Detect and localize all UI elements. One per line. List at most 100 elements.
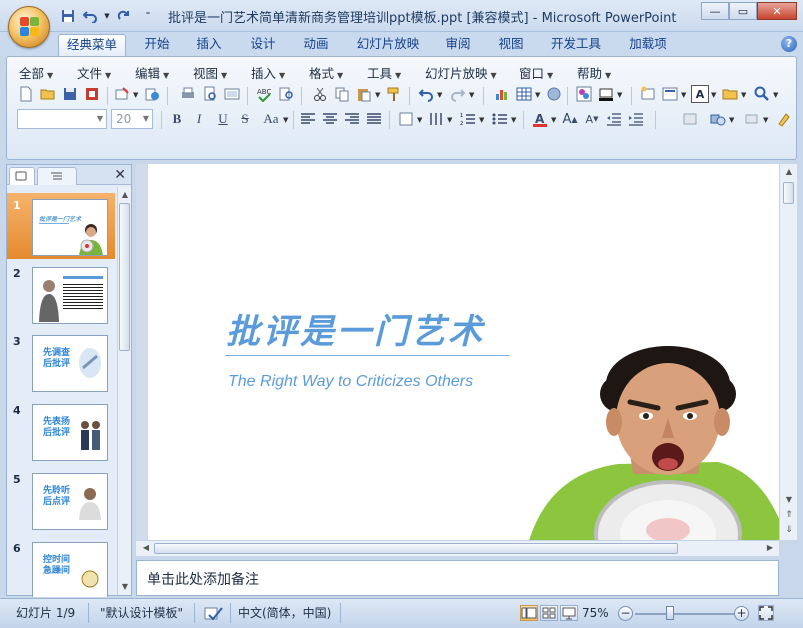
- zoom-level[interactable]: 75%: [582, 603, 609, 623]
- spelling-icon[interactable]: ABC: [255, 85, 273, 103]
- slide-subtitle[interactable]: The Right Way to Criticizes Others: [228, 373, 473, 391]
- menu-insert[interactable]: 插入 ▼: [251, 63, 285, 82]
- scroll-down-icon[interactable]: ▼: [783, 494, 795, 506]
- scroll-thumb[interactable]: [783, 182, 794, 204]
- bullets-icon[interactable]: [491, 110, 509, 128]
- menu-all[interactable]: 全部 ▼: [19, 63, 53, 82]
- office-button[interactable]: [8, 6, 50, 48]
- increase-indent-icon[interactable]: [627, 110, 645, 128]
- theme-name[interactable]: "默认设计模板": [100, 603, 183, 623]
- help-icon[interactable]: ?: [781, 36, 797, 52]
- zoom-search-icon[interactable]: [753, 85, 771, 103]
- tab-design[interactable]: 设计: [242, 34, 284, 56]
- align-right-icon[interactable]: [343, 110, 361, 128]
- slide-horizontal-scrollbar[interactable]: ◀ ▶: [136, 540, 779, 556]
- thumbnail-slide-6[interactable]: 6 控时间急躁间: [7, 536, 115, 597]
- tab-view[interactable]: 视图: [490, 34, 532, 56]
- folder-icon[interactable]: [721, 85, 739, 103]
- thumbnail-slide-2[interactable]: 2: [7, 261, 115, 327]
- print-icon[interactable]: [179, 85, 197, 103]
- align-left-icon[interactable]: [299, 110, 317, 128]
- bold-button[interactable]: B: [167, 109, 187, 129]
- restore-button[interactable]: ▭: [729, 2, 757, 20]
- menu-edit[interactable]: 编辑 ▼: [135, 63, 169, 82]
- new-slide-icon[interactable]: [639, 85, 657, 103]
- scroll-up-icon[interactable]: ▲: [119, 189, 131, 201]
- undo-dropdown-icon[interactable]: ▼: [102, 6, 112, 26]
- tab-home[interactable]: 开始: [136, 34, 178, 56]
- menu-tools[interactable]: 工具 ▼: [367, 63, 401, 82]
- slides-tab[interactable]: [9, 167, 35, 185]
- zoom-in-button[interactable]: +: [734, 606, 749, 621]
- shapes-icon[interactable]: [709, 110, 727, 128]
- redo-icon[interactable]: [114, 6, 134, 26]
- cut-icon[interactable]: [311, 85, 329, 103]
- shouting-man-image[interactable]: [528, 344, 779, 540]
- grow-font-icon[interactable]: A ▲: [561, 110, 579, 128]
- menu-window[interactable]: 窗口 ▼: [519, 63, 553, 82]
- close-button[interactable]: ✕: [757, 2, 797, 20]
- thumbnail-slide-5[interactable]: 5 先聆听后点评: [7, 467, 115, 533]
- tab-review[interactable]: 审阅: [437, 34, 479, 56]
- minimize-button[interactable]: —: [701, 2, 729, 20]
- normal-view-button[interactable]: [520, 605, 538, 621]
- menu-view[interactable]: 视图 ▼: [193, 63, 227, 82]
- insert-table-icon[interactable]: [515, 85, 533, 103]
- decrease-indent-icon[interactable]: [605, 110, 623, 128]
- shrink-font-icon[interactable]: A ▼: [583, 110, 601, 128]
- new-doc-icon[interactable]: [17, 85, 35, 103]
- slide-sorter-button[interactable]: [540, 605, 558, 621]
- pane-close-icon[interactable]: ✕: [114, 167, 126, 183]
- slide-layout-icon[interactable]: [661, 85, 679, 103]
- notes-pane[interactable]: 单击此处添加备注: [136, 560, 779, 596]
- tab-animation[interactable]: 动画: [295, 34, 337, 56]
- previous-slide-icon[interactable]: ⇑: [783, 509, 795, 521]
- clipart-icon[interactable]: [545, 85, 563, 103]
- zoom-slider-knob[interactable]: [666, 606, 674, 620]
- next-slide-icon[interactable]: ⇓: [783, 524, 795, 536]
- shadow-button[interactable]: S: [235, 109, 255, 129]
- menu-help[interactable]: 帮助 ▼: [577, 63, 611, 82]
- spell-check-icon[interactable]: [204, 603, 224, 623]
- open-folder-icon[interactable]: [39, 85, 57, 103]
- publish-icon[interactable]: [143, 85, 161, 103]
- fit-to-window-button[interactable]: [758, 605, 774, 621]
- color-scheme-icon[interactable]: [575, 85, 593, 103]
- menu-slideshow[interactable]: 幻灯片放映 ▼: [425, 63, 497, 82]
- thumbnail-slide-1[interactable]: 1 批评是一门艺术: [7, 193, 115, 259]
- numbering-icon[interactable]: 12: [459, 110, 477, 128]
- permission-icon[interactable]: [83, 85, 101, 103]
- language-indicator[interactable]: 中文(简体，中国): [238, 603, 331, 623]
- undo-toolbar-icon[interactable]: [417, 85, 435, 103]
- copy-icon[interactable]: [333, 85, 351, 103]
- tab-developer[interactable]: 开发工具: [544, 34, 608, 56]
- scroll-left-icon[interactable]: ◀: [140, 542, 152, 554]
- tab-insert[interactable]: 插入: [188, 34, 230, 56]
- zoom-slider-track[interactable]: [635, 613, 735, 615]
- arrange-icon[interactable]: [743, 110, 761, 128]
- send-mail-icon[interactable]: [113, 85, 131, 103]
- italic-button[interactable]: I: [189, 109, 209, 129]
- save-disk-icon[interactable]: [61, 85, 79, 103]
- underline-button[interactable]: U: [213, 109, 233, 129]
- text-box-icon[interactable]: A: [691, 85, 709, 103]
- research-icon[interactable]: [277, 85, 295, 103]
- scroll-thumb[interactable]: [119, 203, 130, 351]
- align-center-icon[interactable]: [321, 110, 339, 128]
- tab-addins[interactable]: 加载项: [622, 34, 674, 56]
- redo-toolbar-icon[interactable]: [449, 85, 467, 103]
- print-preview-icon[interactable]: [201, 85, 219, 103]
- page-setup-icon[interactable]: [223, 85, 241, 103]
- slide-canvas[interactable]: 批评是一门艺术 The Right Way to Criticizes Othe…: [148, 164, 779, 540]
- slide-title[interactable]: 批评是一门艺术: [226, 304, 485, 353]
- slide-vertical-scrollbar[interactable]: ▲ ▼ ⇑ ⇓: [779, 164, 797, 540]
- insert-chart-icon[interactable]: [493, 85, 511, 103]
- customize-qat-icon[interactable]: ⁼: [142, 6, 154, 26]
- zoom-out-button[interactable]: −: [618, 606, 633, 621]
- menu-format[interactable]: 格式 ▼: [309, 63, 343, 82]
- thumbnail-slide-4[interactable]: 4 先表扬后批评: [7, 398, 115, 464]
- format-painter-icon[interactable]: [385, 85, 403, 103]
- columns-icon[interactable]: [427, 110, 445, 128]
- notes-placeholder[interactable]: 单击此处添加备注: [147, 569, 259, 589]
- outline-tab[interactable]: [37, 167, 77, 185]
